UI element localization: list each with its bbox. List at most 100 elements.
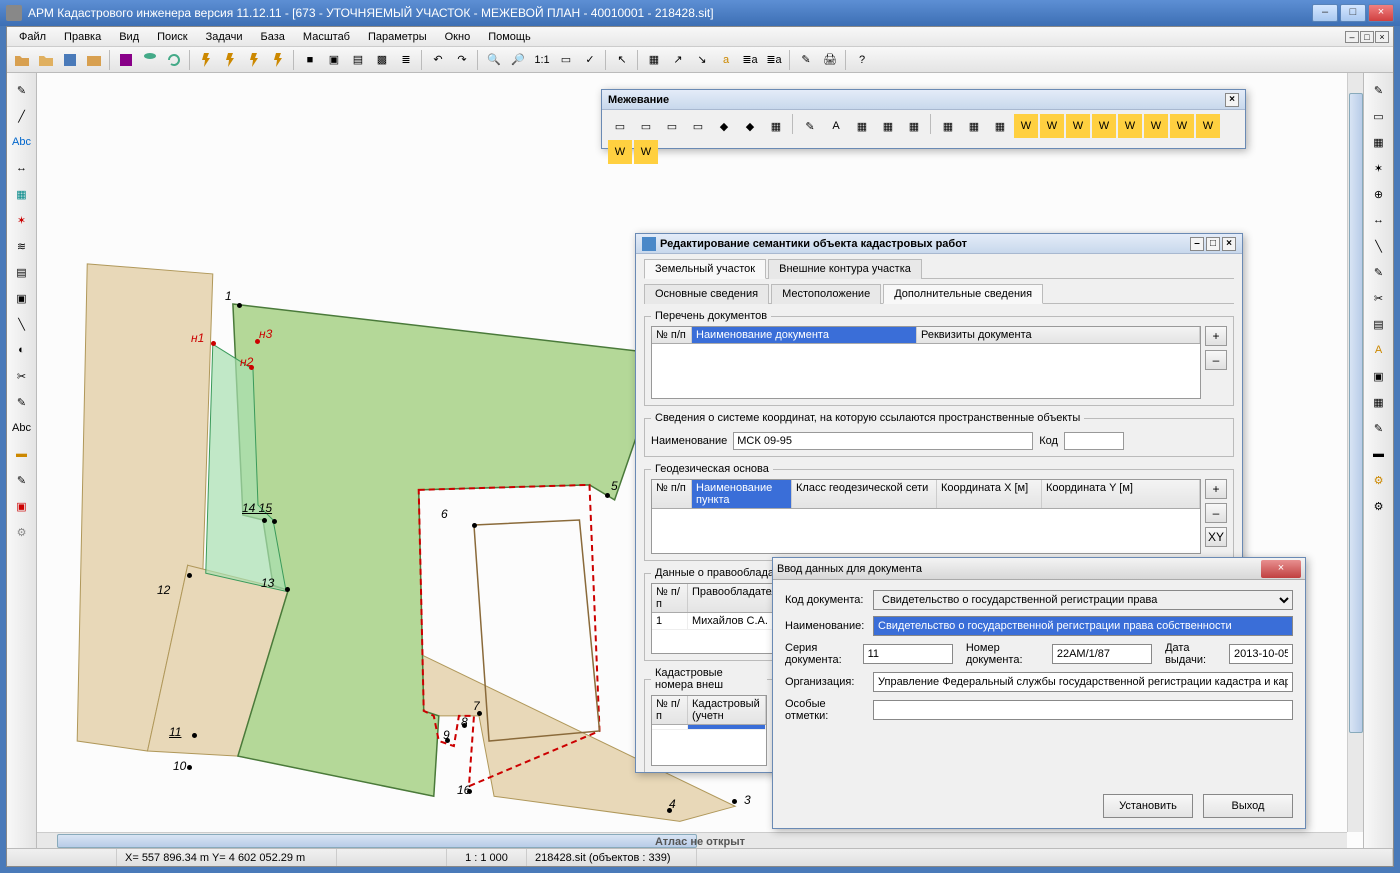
mezh-icon-8[interactable]: ✎	[798, 114, 822, 138]
left-tool8-icon[interactable]: ▤	[10, 261, 34, 283]
polyline-icon[interactable]: ╲	[10, 313, 34, 335]
list-icon[interactable]: ≣	[395, 49, 417, 71]
mezh-icon-3[interactable]: ▭	[660, 114, 684, 138]
geo-col-0[interactable]: № п/п	[652, 480, 692, 508]
mezh-icon-14[interactable]: ▦	[962, 114, 986, 138]
table-row[interactable]	[652, 725, 766, 730]
pencil-icon[interactable]: ✎	[10, 79, 34, 101]
menu-params[interactable]: Параметры	[360, 29, 435, 45]
mezh-icon-2[interactable]: ▭	[634, 114, 658, 138]
zoomfit-icon[interactable]: ▭	[555, 49, 577, 71]
docdlg-marks-input[interactable]	[873, 700, 1293, 720]
docdlg-code-select[interactable]: Свидетельство о государственной регистра…	[873, 590, 1293, 610]
help-icon[interactable]: ?	[851, 49, 873, 71]
cursor-icon[interactable]: ↖	[611, 49, 633, 71]
geo-xy-button[interactable]: XY	[1205, 527, 1227, 547]
zoom11-icon[interactable]: 1:1	[531, 49, 553, 71]
mdi-min-button[interactable]: –	[1345, 31, 1359, 43]
mezh-icon-22[interactable]: W	[1170, 114, 1194, 138]
r-tool7-icon[interactable]: ╲	[1367, 235, 1391, 257]
geo-col-3[interactable]: Координата X [м]	[937, 480, 1042, 508]
db-icon[interactable]	[139, 49, 161, 71]
semedit-close-button[interactable]: ×	[1222, 237, 1236, 251]
own-col-0[interactable]: № п/п	[652, 584, 688, 612]
r-gear-icon[interactable]: ⚙	[1367, 469, 1391, 491]
flash2-icon[interactable]	[219, 49, 241, 71]
r-text-icon[interactable]: A	[1367, 339, 1391, 361]
abc-icon[interactable]: Abc	[10, 131, 34, 153]
geo-col-4[interactable]: Координата Y [м]	[1042, 480, 1200, 508]
sel2-icon[interactable]: ↘	[691, 49, 713, 71]
tab-land[interactable]: Земельный участок	[644, 259, 766, 279]
gear-icon[interactable]: ⚙	[10, 521, 34, 543]
hatch-icon[interactable]: ▦	[10, 183, 34, 205]
flash3-icon[interactable]	[243, 49, 265, 71]
geo-col-1[interactable]: Наименование пункта	[692, 480, 792, 508]
cad-col-0[interactable]: № п/п	[652, 696, 688, 724]
folder3-icon[interactable]	[83, 49, 105, 71]
sel-icon[interactable]: ↗	[667, 49, 689, 71]
ruler-icon[interactable]: ▬	[10, 443, 34, 465]
undo-icon[interactable]: ↶	[427, 49, 449, 71]
menu-search[interactable]: Поиск	[149, 29, 195, 45]
table-icon[interactable]: ▦	[643, 49, 665, 71]
docs-grid-body[interactable]	[652, 344, 1200, 398]
print-icon[interactable]: 🖨	[819, 49, 841, 71]
left-tool7-icon[interactable]: ≋	[10, 235, 34, 257]
open-icon[interactable]	[11, 49, 33, 71]
mezh-icon-1[interactable]: ▭	[608, 114, 632, 138]
mezh-icon-13[interactable]: ▦	[936, 114, 960, 138]
docs-del-button[interactable]: –	[1205, 350, 1227, 370]
flash1-icon[interactable]	[195, 49, 217, 71]
left-tool9-icon[interactable]: ▣	[10, 287, 34, 309]
mezh-icon-11[interactable]: ▦	[876, 114, 900, 138]
mezh-icon-7[interactable]: ▦	[764, 114, 788, 138]
mezh-icon-23[interactable]: W	[1196, 114, 1220, 138]
mezh-icon-5[interactable]: ◆	[712, 114, 736, 138]
geo-del-button[interactable]: –	[1205, 503, 1227, 523]
subtab-location[interactable]: Местоположение	[771, 284, 881, 304]
mezh-close-button[interactable]: ×	[1225, 93, 1239, 107]
menu-window[interactable]: Окно	[437, 29, 479, 45]
text-a-icon[interactable]: a	[715, 49, 737, 71]
mezh-icon-15[interactable]: ▦	[988, 114, 1012, 138]
line-icon[interactable]: ╱	[10, 105, 34, 127]
tab-contours[interactable]: Внешние контура участка	[768, 259, 922, 279]
tool5-icon[interactable]: ■	[299, 49, 321, 71]
measure-icon[interactable]: ↔	[10, 157, 34, 179]
open2-icon[interactable]	[35, 49, 57, 71]
menu-scale[interactable]: Масштаб	[295, 29, 358, 45]
left-tool13-icon[interactable]: ✎	[10, 391, 34, 413]
v-scrollbar[interactable]	[1347, 73, 1363, 832]
menu-file[interactable]: Файл	[11, 29, 54, 45]
docs-col-num[interactable]: № п/п	[652, 327, 692, 343]
docdlg-name-input[interactable]	[873, 616, 1293, 636]
r-tool8-icon[interactable]: ✎	[1367, 261, 1391, 283]
r-tool10-icon[interactable]: ▤	[1367, 313, 1391, 335]
tool7-icon[interactable]: ▤	[347, 49, 369, 71]
docdlg-num-input[interactable]	[1052, 644, 1152, 664]
coordsys-name-input[interactable]	[733, 432, 1033, 450]
mezh-icon-17[interactable]: W	[1040, 114, 1064, 138]
left-tool11-icon[interactable]: ◐	[10, 339, 34, 361]
subtab-main[interactable]: Основные сведения	[644, 284, 769, 304]
geo-col-2[interactable]: Класс геодезической сети	[792, 480, 937, 508]
r-tool12-icon[interactable]: ▣	[1367, 365, 1391, 387]
mezh-icon-12[interactable]: ▦	[902, 114, 926, 138]
docs-col-req[interactable]: Реквизиты документа	[917, 327, 1200, 343]
maximize-button[interactable]: □	[1340, 4, 1366, 22]
mezh-icon-16[interactable]: W	[1014, 114, 1038, 138]
text-a2-icon[interactable]: ≣a	[739, 49, 761, 71]
r-scissors-icon[interactable]: ✂	[1367, 287, 1391, 309]
menu-help[interactable]: Помощь	[480, 29, 539, 45]
mezh-icon-10[interactable]: ▦	[850, 114, 874, 138]
docdlg-cancel-button[interactable]: Выход	[1203, 794, 1293, 818]
abc2-icon[interactable]: Abc	[10, 417, 34, 439]
r-compass-icon[interactable]: ⊕	[1367, 183, 1391, 205]
r-tool14-icon[interactable]: ✎	[1367, 417, 1391, 439]
docdlg-close-button[interactable]: ×	[1261, 560, 1301, 578]
docs-add-button[interactable]: +	[1205, 326, 1227, 346]
docdlg-org-input[interactable]	[873, 672, 1293, 692]
minimize-button[interactable]: –	[1312, 4, 1338, 22]
book-icon[interactable]	[115, 49, 137, 71]
